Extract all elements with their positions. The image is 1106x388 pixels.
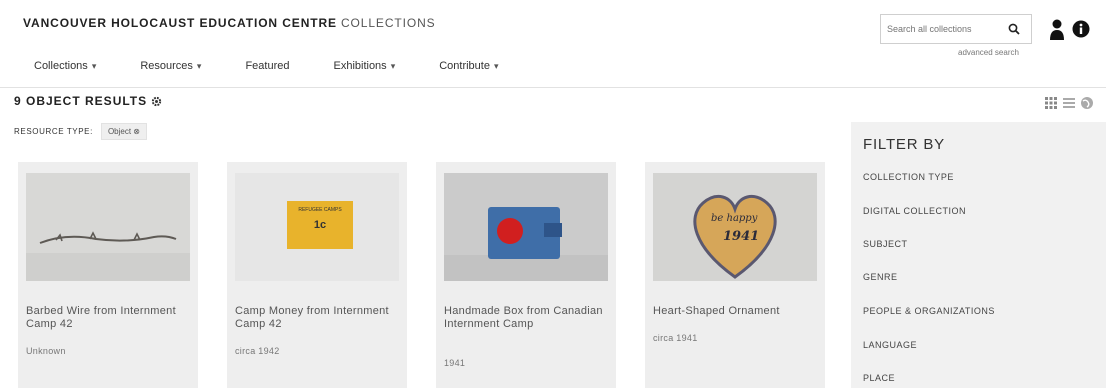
search-input[interactable]	[881, 16, 1001, 42]
filter-item-people-organizations[interactable]: PEOPLE & ORGANIZATIONS	[863, 306, 995, 316]
site-header: VANCOUVER HOLOCAUST EDUCATION CENTRE COLL…	[0, 0, 1106, 88]
org-name: VANCOUVER HOLOCAUST EDUCATION CENTRE	[23, 16, 337, 30]
card-date: circa 1942	[235, 346, 280, 356]
filter-sidebar: FILTER BY COLLECTION TYPE DIGITAL COLLEC…	[851, 122, 1106, 388]
nav-item-label: Exhibitions	[333, 60, 387, 72]
result-card[interactable]: Barbed Wire from Internment Camp 42 Unkn…	[18, 162, 198, 388]
heart-year: 1941	[723, 229, 760, 244]
nav-item-label: Featured	[245, 60, 290, 72]
chevron-down-icon: ▾	[196, 61, 202, 71]
card-thumbnail[interactable]: be happy 1941	[653, 173, 817, 281]
card-date: 1941	[444, 358, 466, 368]
card-thumbnail[interactable]	[26, 173, 190, 281]
card-title[interactable]: Camp Money from Internment Camp 42	[235, 305, 395, 331]
site-brand[interactable]: VANCOUVER HOLOCAUST EDUCATION CENTRE COLL…	[23, 16, 436, 30]
list-view-icon[interactable]	[1062, 96, 1076, 110]
nav-item-contribute[interactable]: Contribute ▾	[439, 60, 498, 72]
advanced-search-link[interactable]: advanced search	[958, 48, 1019, 57]
card-title[interactable]: Heart-Shaped Ornament	[653, 305, 813, 318]
money-text: REFUGEE CAMPS	[298, 207, 342, 213]
section-name: COLLECTIONS	[340, 16, 436, 30]
resource-type-chip[interactable]: Object ⊗	[100, 123, 147, 140]
search-box	[880, 14, 1032, 44]
card-date: Unknown	[26, 346, 66, 356]
chevron-down-icon: ▾	[390, 61, 396, 71]
result-card[interactable]: REFUGEE CAMPS 1c Camp Money from Internm…	[227, 162, 407, 388]
result-card[interactable]: be happy 1941 Heart-Shaped Ornament circ…	[645, 162, 825, 388]
nav-item-resources[interactable]: Resources ▾	[140, 60, 201, 72]
search-icon[interactable]	[1001, 16, 1027, 42]
filter-item-subject[interactable]: SUBJECT	[863, 239, 908, 249]
filter-item-digital-collection[interactable]: DIGITAL COLLECTION	[863, 206, 966, 216]
money-value: 1c	[313, 219, 327, 231]
filter-item-genre[interactable]: GENRE	[863, 272, 898, 282]
resource-type-label: RESOURCE TYPE:	[14, 127, 93, 136]
nav-item-label: Contribute	[439, 60, 490, 72]
results-heading: 9 OBJECT RESULTS	[14, 94, 162, 108]
heart-text: be happy	[711, 213, 758, 224]
grid-view-icon[interactable]	[1044, 96, 1058, 110]
nav-item-exhibitions[interactable]: Exhibitions ▾	[333, 60, 395, 72]
gear-icon[interactable]	[151, 96, 162, 107]
filter-item-language[interactable]: LANGUAGE	[863, 340, 917, 350]
card-title[interactable]: Handmade Box from Canadian Internment Ca…	[444, 305, 604, 331]
info-icon[interactable]	[1072, 20, 1090, 38]
nav-item-label: Resources	[140, 60, 193, 72]
card-thumbnail[interactable]	[444, 173, 608, 281]
chip-label: Object	[107, 127, 132, 136]
nav-item-label: Collections	[34, 60, 88, 72]
map-view-icon[interactable]	[1080, 96, 1094, 110]
chevron-down-icon: ▾	[493, 61, 499, 71]
card-date: circa 1941	[653, 333, 698, 343]
result-card[interactable]: Handmade Box from Canadian Internment Ca…	[436, 162, 616, 388]
chevron-down-icon: ▾	[91, 61, 97, 71]
view-switcher	[1044, 96, 1094, 110]
card-title[interactable]: Barbed Wire from Internment Camp 42	[26, 305, 186, 331]
filter-item-collection-type[interactable]: COLLECTION TYPE	[863, 172, 954, 182]
card-thumbnail[interactable]: REFUGEE CAMPS 1c	[235, 173, 399, 281]
nav-item-featured[interactable]: Featured	[245, 60, 289, 72]
filter-heading: FILTER BY	[863, 136, 945, 153]
nav-item-collections[interactable]: Collections ▾	[34, 60, 96, 72]
main-nav: Collections ▾ Resources ▾ Featured Exhibit…	[34, 60, 543, 72]
user-icon[interactable]	[1048, 16, 1066, 44]
results-count: 9 OBJECT RESULTS	[14, 94, 148, 108]
close-icon[interactable]: ⊗	[133, 127, 140, 136]
filter-item-place[interactable]: PLACE	[863, 373, 895, 383]
resource-type-filter: RESOURCE TYPE: Object ⊗	[14, 123, 147, 140]
